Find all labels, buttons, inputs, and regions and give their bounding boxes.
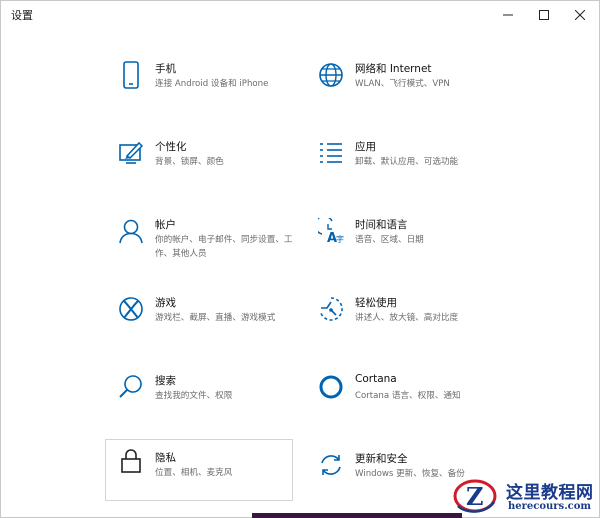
tile-network[interactable]: 网络和 Internet WLAN、飞行模式、VPN: [309, 57, 495, 119]
tile-ease-of-access[interactable]: 轻松使用 讲述人、放大镜、高对比度: [309, 291, 495, 353]
tile-phone[interactable]: 手机 连接 Android 设备和 iPhone: [109, 57, 295, 119]
watermark-title: 这里教程网: [506, 483, 594, 503]
watermark-url: herecours.com: [508, 501, 592, 512]
watermark-logo-icon: Z: [453, 479, 497, 513]
tile-title: 个性化: [155, 141, 187, 153]
search-icon: [117, 373, 145, 401]
tile-description: 连接 Android 设备和 iPhone: [155, 79, 269, 89]
tile-description: 游戏栏、截屏、直播、游戏模式: [155, 313, 276, 323]
ease-of-access-icon: [317, 295, 345, 323]
tile-title: 搜索: [155, 375, 176, 387]
title-bar[interactable]: 设置: [1, 1, 599, 29]
settings-window: 设置 手机 连接 Android 设备和 iPhone 网络和 Internet…: [0, 0, 600, 518]
minimize-button[interactable]: [491, 1, 525, 29]
watermark: Z 这里教程网 herecours.com: [452, 474, 600, 518]
close-button[interactable]: [563, 1, 597, 29]
tile-description: WLAN、飞行模式、VPN: [355, 79, 450, 89]
tile-description: 你的帐户、电子邮件、同步设置、工作、其他人员: [155, 235, 293, 259]
tile-description: Cortana 语言、权限、通知: [355, 391, 461, 401]
xbox-icon: [117, 295, 145, 323]
tile-privacy[interactable]: 隐私 位置、相机、麦克风: [105, 439, 293, 501]
personalization-icon: [117, 139, 145, 167]
tile-cortana[interactable]: Cortana Cortana 语言、权限、通知: [309, 369, 495, 431]
tile-accounts[interactable]: 帐户 你的帐户、电子邮件、同步设置、工作、其他人员: [109, 213, 295, 275]
tile-description: 背景、锁屏、颜色: [155, 157, 224, 167]
tile-title: 游戏: [155, 297, 176, 309]
close-icon: [575, 10, 585, 20]
tile-title: 帐户: [155, 219, 176, 231]
window-title: 设置: [11, 9, 33, 22]
update-sync-icon: [317, 451, 345, 479]
tile-title: 时间和语言: [355, 219, 408, 231]
tile-title: 手机: [155, 63, 176, 75]
tile-gaming[interactable]: 游戏 游戏栏、截屏、直播、游戏模式: [109, 291, 295, 353]
tile-title: 应用: [355, 141, 376, 153]
tile-title: Cortana: [355, 373, 397, 385]
lock-icon: [117, 447, 145, 475]
tile-search[interactable]: 搜索 查找我的文件、权限: [109, 369, 295, 431]
apps-list-icon: [317, 139, 345, 167]
tile-title: 更新和安全: [355, 453, 408, 465]
tile-description: 查找我的文件、权限: [155, 391, 233, 401]
tile-description: 讲述人、放大镜、高对比度: [355, 313, 459, 323]
minimize-icon: [503, 14, 513, 16]
watermark-logo-letter: Z: [466, 482, 484, 511]
tile-apps[interactable]: 应用 卸载、默认应用、可选功能: [309, 135, 495, 197]
taskbar-strip: [252, 513, 462, 518]
maximize-button[interactable]: [527, 1, 561, 29]
cortana-icon: [317, 373, 345, 401]
tile-description: 位置、相机、麦克风: [155, 468, 233, 478]
svg-text:字: 字: [336, 234, 344, 244]
phone-icon: [117, 61, 145, 89]
tile-title: 隐私: [155, 452, 176, 464]
account-icon: [117, 217, 145, 245]
maximize-icon: [539, 10, 549, 20]
time-language-icon: A字: [317, 217, 345, 245]
globe-icon: [317, 61, 345, 89]
tile-title: 网络和 Internet: [355, 63, 432, 75]
tile-description: 卸载、默认应用、可选功能: [355, 157, 459, 167]
tile-title: 轻松使用: [355, 297, 397, 309]
tile-description: 语音、区域、日期: [355, 235, 424, 245]
tile-time-language[interactable]: A字 时间和语言 语音、区域、日期: [309, 213, 495, 275]
tile-personalization[interactable]: 个性化 背景、锁屏、颜色: [109, 135, 295, 197]
